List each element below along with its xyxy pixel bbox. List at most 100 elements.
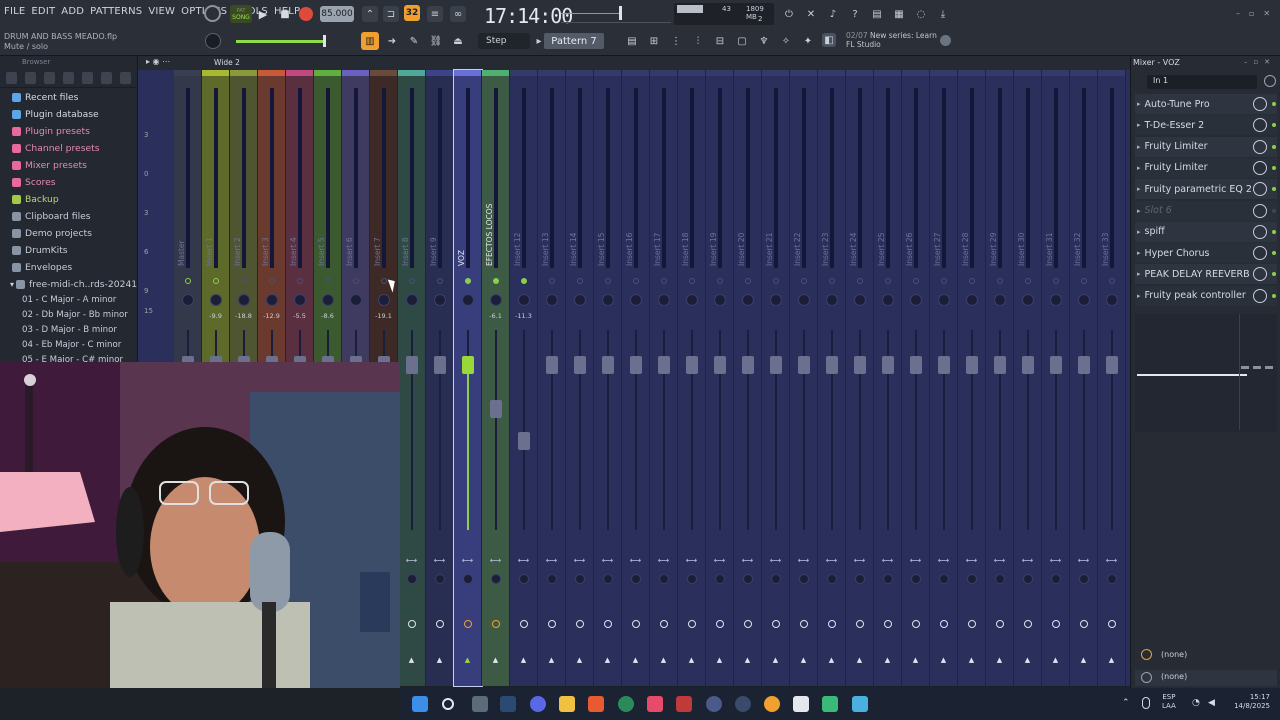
slot-menu-arrow-icon[interactable]: ▸ [1137, 249, 1141, 257]
play-button[interactable]: ▶ [254, 5, 272, 23]
pan-knob[interactable] [1078, 294, 1090, 306]
slot-mix-knob[interactable] [1253, 97, 1267, 111]
stereo-separation-icon[interactable]: ⟷ [1098, 556, 1125, 565]
pan-knob[interactable] [406, 294, 418, 306]
stereo-knob[interactable] [463, 574, 473, 584]
volume-fader[interactable] [1106, 356, 1118, 374]
volume-fader[interactable] [966, 356, 978, 374]
strip-active-led[interactable] [493, 278, 499, 284]
strip-active-led[interactable] [969, 278, 975, 284]
send-arrow-icon[interactable]: ▲ [678, 656, 705, 664]
slot-enable-led[interactable] [1272, 144, 1276, 149]
browser-item[interactable]: Plugin database [0, 106, 137, 123]
route-button[interactable] [688, 620, 696, 628]
task-view-icon[interactable] [472, 696, 488, 712]
browser-item[interactable]: Backup [0, 191, 137, 208]
send-arrow-icon[interactable]: ▲ [958, 656, 985, 664]
touch-icon[interactable]: ✧ [778, 33, 794, 49]
browser-item[interactable]: 01 - C Major - A minor [0, 292, 137, 307]
mixer-strip[interactable]: Insert 14 ⟷ ▲ [566, 70, 594, 686]
slot-enable-led[interactable] [1272, 229, 1276, 234]
route-button[interactable] [996, 620, 1004, 628]
send-arrow-icon[interactable]: ▲ [1014, 656, 1041, 664]
pan-knob[interactable] [770, 294, 782, 306]
strip-active-led[interactable] [605, 278, 611, 284]
window-controls[interactable]: –▫✕ [1236, 9, 1279, 18]
stereo-separation-icon[interactable]: ⟷ [790, 556, 817, 565]
mixer-strip[interactable]: Insert 25 ⟷ ▲ [874, 70, 902, 686]
mixer-strip[interactable]: Insert 18 ⟷ ▲ [678, 70, 706, 686]
volume-fader[interactable] [882, 356, 894, 374]
route-button[interactable] [492, 620, 500, 628]
pan-knob[interactable] [1050, 294, 1062, 306]
stereo-knob[interactable] [939, 574, 949, 584]
route-button[interactable] [800, 620, 808, 628]
strip-active-led[interactable] [829, 278, 835, 284]
gesture-icon[interactable]: ✦ [800, 33, 816, 49]
strip-active-led[interactable] [297, 278, 303, 284]
stereo-knob[interactable] [631, 574, 641, 584]
pat-song-icon[interactable] [204, 5, 221, 22]
route-button[interactable] [632, 620, 640, 628]
pan-knob[interactable] [1106, 294, 1118, 306]
stereo-separation-icon[interactable]: ⟷ [1014, 556, 1041, 565]
volume-fader[interactable] [490, 400, 502, 418]
strip-active-led[interactable] [689, 278, 695, 284]
browser-cloud-icon[interactable] [82, 72, 93, 84]
strip-active-led[interactable] [213, 278, 219, 284]
slot-enable-led[interactable] [1272, 251, 1276, 256]
language-indicator[interactable]: ESP LAA [1162, 693, 1176, 711]
stereo-separation-icon[interactable]: ⟷ [398, 556, 425, 565]
strip-active-led[interactable] [521, 278, 527, 284]
stereo-knob[interactable] [1051, 574, 1061, 584]
loop-record-icon[interactable]: ∞ [450, 6, 466, 22]
stereo-separation-icon[interactable]: ⟷ [902, 556, 929, 565]
send-arrow-icon[interactable]: ▲ [1098, 656, 1125, 664]
browser-item[interactable]: 04 - Eb Major - C minor [0, 337, 137, 352]
send-arrow-icon[interactable]: ▲ [510, 656, 537, 664]
pan-knob[interactable] [882, 294, 894, 306]
file-explorer-icon[interactable] [559, 696, 575, 712]
strip-active-led[interactable] [633, 278, 639, 284]
slot-mix-knob[interactable] [1253, 139, 1267, 154]
tray-mic-icon[interactable] [1142, 697, 1150, 709]
pan-knob[interactable] [210, 294, 222, 306]
slot-enable-led[interactable] [1272, 272, 1276, 277]
strip-active-led[interactable] [465, 278, 471, 284]
fx-slot[interactable]: ▸ Fruity Limiter [1135, 157, 1277, 178]
strip-active-led[interactable] [773, 278, 779, 284]
route-button[interactable] [1108, 620, 1116, 628]
send-arrow-icon[interactable]: ▲ [622, 656, 649, 664]
master-pitch-handle[interactable] [619, 6, 622, 20]
stereo-separation-icon[interactable]: ⟷ [566, 556, 593, 565]
pan-knob[interactable] [938, 294, 950, 306]
pan-knob[interactable] [294, 294, 306, 306]
slot-mix-knob[interactable] [1253, 246, 1267, 261]
route-button[interactable] [884, 620, 892, 628]
mixer-strip[interactable]: Insert 21 ⟷ ▲ [762, 70, 790, 686]
typing-keyboard-icon[interactable]: ▥ [361, 32, 379, 50]
photo-app-icon[interactable] [647, 696, 663, 712]
volume-fader[interactable] [518, 432, 530, 450]
send-arrow-icon[interactable]: ▲ [566, 656, 593, 664]
mixer-strip[interactable]: Insert 30 ⟷ ▲ [1014, 70, 1042, 686]
volume-fader[interactable] [798, 356, 810, 374]
strip-active-led[interactable] [913, 278, 919, 284]
mixer-strip[interactable]: Insert 8 ⟷ ▲ [398, 70, 426, 686]
stereo-knob[interactable] [799, 574, 809, 584]
stamp-icon[interactable]: ⏏ [450, 33, 466, 49]
send-arrow-icon[interactable]: ▲ [930, 656, 957, 664]
slot-menu-arrow-icon[interactable]: ▸ [1137, 143, 1141, 151]
strip-active-led[interactable] [437, 278, 443, 284]
stereo-knob[interactable] [967, 574, 977, 584]
brave-icon[interactable] [588, 696, 604, 712]
stereo-separation-icon[interactable]: ⟷ [762, 556, 789, 565]
send-arrow-icon[interactable]: ▲ [650, 656, 677, 664]
save-icon[interactable]: ▤ [869, 6, 885, 22]
volume-fader[interactable] [574, 356, 586, 374]
fx-slot[interactable]: ▸ Slot 6 [1135, 200, 1277, 221]
mixer-strip[interactable]: Insert 17 ⟷ ▲ [650, 70, 678, 686]
slot-mix-knob[interactable] [1253, 182, 1267, 197]
mixer-preset[interactable]: Wide 2 [214, 58, 240, 67]
browser-search-icon[interactable] [120, 72, 131, 84]
